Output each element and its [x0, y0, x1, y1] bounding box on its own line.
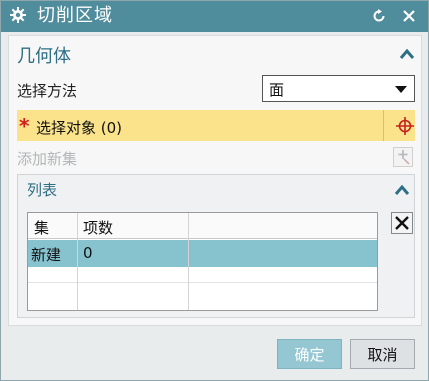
column-divider [77, 213, 78, 310]
list-subpanel: 列表 集 项数 新建 0 [17, 174, 415, 318]
column-divider [188, 213, 189, 310]
list-collapse-icon[interactable] [394, 184, 410, 196]
geometry-panel: 几何体 选择方法 面 * 选择对象 (0) 添加新集 列表 集 项数 新建 0 [8, 35, 422, 326]
dialog-title: 切削区域 [37, 5, 113, 26]
column-header-count[interactable]: 项数 [83, 217, 113, 238]
required-mark: * [19, 114, 30, 138]
row-divider [28, 282, 377, 283]
reset-icon[interactable] [371, 8, 387, 24]
method-select[interactable]: 面 [262, 75, 415, 102]
cancel-button[interactable]: 取消 [350, 339, 415, 369]
set-list-table[interactable]: 集 项数 新建 0 [27, 212, 378, 311]
select-object-row[interactable]: * 选择对象 (0) [17, 110, 415, 141]
ok-button[interactable]: 确定 [277, 339, 342, 369]
method-label: 选择方法 [17, 82, 78, 100]
delete-button[interactable] [391, 212, 413, 234]
cell-count: 0 [83, 244, 93, 262]
title-bar[interactable]: 切削区域 [1, 1, 428, 32]
cell-set: 新建 [31, 246, 62, 264]
crosshair-icon[interactable] [395, 116, 415, 136]
list-group-title: 列表 [27, 181, 58, 199]
close-icon[interactable] [401, 8, 417, 24]
dropdown-arrow-icon [395, 86, 407, 93]
gear-icon[interactable] [9, 6, 27, 24]
column-header-set[interactable]: 集 [34, 217, 49, 238]
table-row[interactable]: 新建 0 [28, 240, 377, 267]
collapse-icon[interactable] [399, 48, 415, 60]
geometry-group-title: 几何体 [17, 46, 71, 67]
select-row-divider [383, 110, 384, 141]
method-select-value: 面 [269, 81, 285, 99]
select-object-label: 选择对象 (0) [36, 119, 123, 137]
add-new-set-label: 添加新集 [17, 150, 78, 168]
add-set-icon[interactable] [393, 147, 413, 167]
delete-icon [395, 216, 409, 230]
table-header [28, 213, 377, 239]
cut-area-dialog: 切削区域 几何体 选择方法 面 * 选择对象 (0) 添加新集 列表 集 项数 … [0, 0, 429, 381]
